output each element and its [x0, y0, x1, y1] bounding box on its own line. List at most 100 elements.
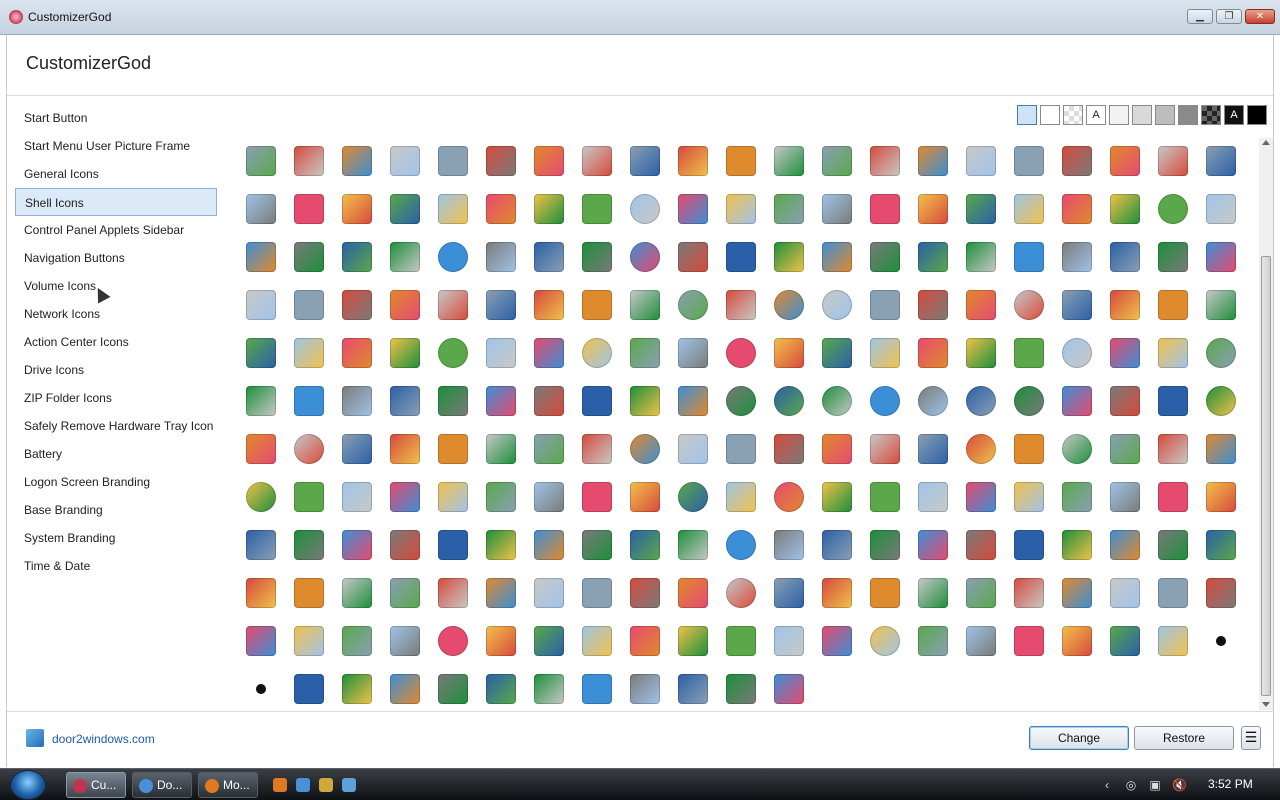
- window-grid-icon[interactable]: [1206, 530, 1236, 560]
- details-view-icon[interactable]: [774, 194, 804, 224]
- warning-folders-icon[interactable]: [246, 338, 276, 368]
- blank-document-icon[interactable]: [582, 146, 612, 176]
- help-doc-2-icon[interactable]: [918, 482, 948, 512]
- camera-3-icon[interactable]: [534, 434, 564, 464]
- cd-rw-disc-icon[interactable]: [918, 386, 948, 416]
- scanner-2-icon[interactable]: [1014, 338, 1044, 368]
- sidebar-item[interactable]: Navigation Buttons: [15, 244, 217, 272]
- warning-triangle-3-icon[interactable]: [438, 530, 468, 560]
- printer-plain-icon[interactable]: [390, 242, 420, 272]
- network-signal-icon[interactable]: [438, 386, 468, 416]
- font-a-icon[interactable]: [726, 146, 756, 176]
- users-outline-icon[interactable]: [1158, 626, 1188, 656]
- clock-dark-icon[interactable]: [870, 578, 900, 608]
- recycle-full-green-icon[interactable]: [1110, 194, 1140, 224]
- drive-dark-icon[interactable]: [1110, 386, 1140, 416]
- monitor-black-icon[interactable]: [534, 386, 564, 416]
- warning-triangle-icon[interactable]: [918, 146, 948, 176]
- mobile-photo-icon[interactable]: [870, 242, 900, 272]
- user-keys-icon[interactable]: [534, 242, 564, 272]
- tray-icon[interactable]: 🔇: [1172, 778, 1187, 792]
- filter-lines-icon[interactable]: [1062, 530, 1092, 560]
- swatch-blue-selected[interactable]: [1017, 105, 1037, 125]
- clock-arrow-icon[interactable]: [630, 530, 660, 560]
- chevron-down-icon[interactable]: [1014, 530, 1044, 560]
- chevron-up-icon[interactable]: [966, 530, 996, 560]
- sidebar-item[interactable]: General Icons: [15, 160, 217, 188]
- paint-brush-icon[interactable]: [870, 482, 900, 512]
- list-lines-2-icon[interactable]: [774, 674, 804, 704]
- red-power-icon[interactable]: [486, 482, 516, 512]
- taskbar-button[interactable]: Mo...: [198, 772, 258, 798]
- tower-pc-icon[interactable]: [1062, 386, 1092, 416]
- globe-arrow-icon[interactable]: [678, 290, 708, 320]
- projector-icon[interactable]: [918, 290, 948, 320]
- swatch-lightgray-1[interactable]: [1109, 105, 1129, 125]
- sidebar-item[interactable]: Drive Icons: [15, 356, 217, 384]
- tray-icon[interactable]: ‹: [1100, 778, 1114, 792]
- recycle-bin-empty-icon[interactable]: [246, 146, 276, 176]
- sidebar-item[interactable]: Start Menu User Picture Frame: [15, 132, 217, 160]
- usb-plug-icon[interactable]: [822, 530, 852, 560]
- dvd-rw-disc-icon[interactable]: [966, 434, 996, 464]
- toolbar-grid-icon[interactable]: [918, 530, 948, 560]
- font-tt-icon[interactable]: [774, 146, 804, 176]
- music-cd-icon[interactable]: [918, 242, 948, 272]
- taskbar-button[interactable]: Do...: [132, 772, 192, 798]
- cursor-doc-icon[interactable]: [1014, 194, 1044, 224]
- scissors-icon[interactable]: [582, 578, 612, 608]
- blue-window-icon[interactable]: [438, 482, 468, 512]
- printer-users-icon[interactable]: [1206, 482, 1236, 512]
- users-folder-icon[interactable]: [774, 338, 804, 368]
- mobile-dark-icon[interactable]: [390, 434, 420, 464]
- sidebar-item[interactable]: Logon Screen Branding: [15, 468, 217, 496]
- font-script-icon[interactable]: [822, 146, 852, 176]
- network-tool-icon[interactable]: [966, 290, 996, 320]
- folder-plain-icon[interactable]: [630, 338, 660, 368]
- add-computer-icon[interactable]: [342, 338, 372, 368]
- documents-stack-icon[interactable]: [678, 242, 708, 272]
- magnifier-icon[interactable]: [1206, 434, 1236, 464]
- computer-x-icon[interactable]: [294, 626, 324, 656]
- printer-green-2-icon[interactable]: [1158, 482, 1188, 512]
- help-circle-icon[interactable]: [582, 338, 612, 368]
- calendar-grid-icon[interactable]: [534, 194, 564, 224]
- star-folder-icon[interactable]: [342, 194, 372, 224]
- folder-check-icon[interactable]: [342, 626, 372, 656]
- list-lines-icon[interactable]: [438, 674, 468, 704]
- files-tree-icon[interactable]: [390, 674, 420, 704]
- split-window-icon[interactable]: [678, 530, 708, 560]
- swatch-black[interactable]: [1247, 105, 1267, 125]
- folder-list-icon[interactable]: [390, 194, 420, 224]
- quick-launch-icon[interactable]: [273, 778, 287, 792]
- dvd-disc-icon[interactable]: [630, 242, 660, 272]
- list-columns-icon[interactable]: [534, 674, 564, 704]
- image-frame-icon[interactable]: [582, 194, 612, 224]
- users-card-icon[interactable]: [822, 578, 852, 608]
- sidebar-item[interactable]: Safely Remove Hardware Tray Icon: [15, 412, 217, 440]
- maximize-button[interactable]: ❐: [1216, 9, 1242, 24]
- windows-stack-icon[interactable]: [918, 194, 948, 224]
- folder-open-icon[interactable]: [246, 290, 276, 320]
- star-gold-icon[interactable]: [1158, 434, 1188, 464]
- mobile-phone-icon[interactable]: [582, 434, 612, 464]
- envelope-card-icon[interactable]: [678, 338, 708, 368]
- globe-computer-icon[interactable]: [630, 194, 660, 224]
- disc-silver-icon[interactable]: [1206, 386, 1236, 416]
- speaker-box-icon[interactable]: [246, 386, 276, 416]
- shortcut-arrow-icon[interactable]: [774, 578, 804, 608]
- camera-icon[interactable]: [822, 242, 852, 272]
- tag-outline-icon[interactable]: [1014, 626, 1044, 656]
- globe-plus-icon[interactable]: [726, 386, 756, 416]
- recycle-empty-2-icon[interactable]: [1158, 290, 1188, 320]
- music-note-icon[interactable]: [774, 242, 804, 272]
- check-mark-icon[interactable]: [1110, 290, 1140, 320]
- globe-blue-icon[interactable]: [822, 290, 852, 320]
- recycle-bin-full-icon[interactable]: [294, 146, 324, 176]
- chart-window-icon[interactable]: [1110, 434, 1140, 464]
- thumbs-grid-icon[interactable]: [678, 674, 708, 704]
- webcam-icon[interactable]: [918, 434, 948, 464]
- phone-book-icon[interactable]: [966, 338, 996, 368]
- network-printer-2-icon[interactable]: [342, 242, 372, 272]
- printer-cable-icon[interactable]: [1062, 290, 1092, 320]
